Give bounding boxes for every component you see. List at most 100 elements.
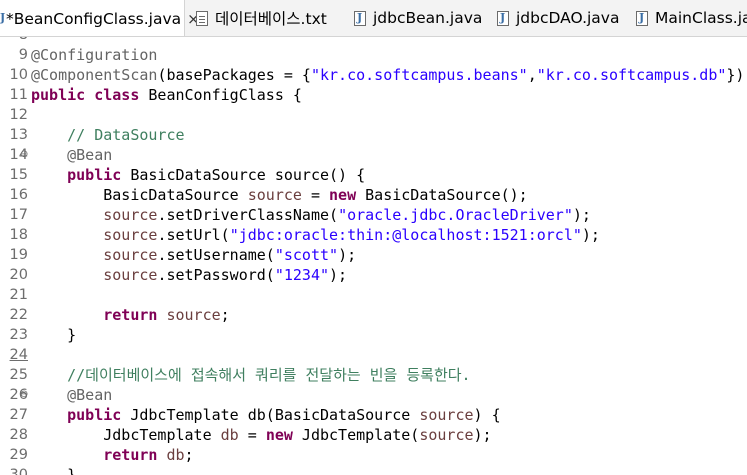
code-token: JdbcTemplate db(BasicDataSource <box>121 406 420 424</box>
line-number: 24 <box>9 347 28 363</box>
code-token: ); <box>329 266 348 284</box>
code-token: return <box>103 446 158 464</box>
line-number: 25 <box>9 367 28 383</box>
tab-jdbcbean[interactable]: jdbcBean.java <box>354 0 482 36</box>
line-number: 21 <box>9 287 28 303</box>
code-line[interactable]: 17 source.setDriverClassName("oracle.jdb… <box>0 205 747 225</box>
code-token: source <box>103 226 158 244</box>
code-line[interactable]: 26 ⊖ @Bean <box>0 385 747 405</box>
code-token: public <box>67 406 122 424</box>
line-number: 18 <box>9 227 28 243</box>
code-token: @Bean <box>67 146 113 164</box>
code-line[interactable]: 15 public BasicDataSource source() { <box>0 165 747 185</box>
fold-toggle-icon[interactable]: ⊖ <box>20 385 28 405</box>
code-text: return source; <box>31 305 229 325</box>
code-line[interactable]: 27 public JdbcTemplate db(BasicDataSourc… <box>0 405 747 425</box>
tab-label: jdbcBean.java <box>373 9 483 27</box>
code-text: return db; <box>31 445 194 465</box>
code-line[interactable]: 13 // DataSource <box>0 125 747 145</box>
code-token: .setUsername( <box>157 246 275 264</box>
line-number: 19 <box>9 247 28 263</box>
code-token: "scott" <box>274 246 339 264</box>
code-token: .setUrl( <box>157 226 230 244</box>
code-token: .setDriverClassName( <box>157 206 339 224</box>
code-line[interactable]: 18 source.setUrl("jdbc:oracle:thin:@loca… <box>0 225 747 245</box>
code-token: BasicDataSource <box>31 186 248 204</box>
code-line[interactable]: 29 return db; <box>0 445 747 465</box>
code-token: ); <box>338 246 357 264</box>
code-line[interactable]: 25 //데이터베이스에 접속해서 쿼리를 전달하는 빈을 등록한다. <box>0 365 747 385</box>
code-line[interactable]: 28 JdbcTemplate db = new JdbcTemplate(so… <box>0 425 747 445</box>
code-line[interactable]: 21 <box>0 285 747 305</box>
code-token: public <box>67 166 122 184</box>
tab-mainclass[interactable]: MainClass.java <box>636 0 747 36</box>
code-text: } <box>31 465 76 475</box>
code-token: source <box>103 266 158 284</box>
code-token: source <box>103 206 158 224</box>
code-text: @Configuration <box>31 45 157 65</box>
line-number: 11 <box>9 87 28 103</box>
code-text: public BasicDataSource source() { <box>31 165 365 185</box>
code-line[interactable]: 8 <box>0 37 747 45</box>
code-line[interactable]: 16 BasicDataSource source = new BasicDat… <box>0 185 747 205</box>
code-text: source.setDriverClassName("oracle.jdbc.O… <box>31 205 591 225</box>
tab-database-txt[interactable]: 데이터베이스.txt <box>196 0 327 36</box>
code-token: ); <box>473 426 492 444</box>
code-token: BasicDataSource source() { <box>121 166 366 184</box>
code-token: ); <box>572 206 591 224</box>
code-line[interactable]: 11 public class BeanConfigClass { <box>0 85 747 105</box>
line-number: 16 <box>9 187 28 203</box>
java-file-icon <box>497 10 509 26</box>
code-token: @Bean <box>67 386 113 404</box>
code-token: ) { <box>473 406 501 424</box>
code-line[interactable]: 12 <box>0 105 747 125</box>
code-line[interactable]: 23 } <box>0 325 747 345</box>
code-token: ); <box>581 226 600 244</box>
code-token: BasicDataSource(); <box>356 186 528 204</box>
code-text: JdbcTemplate db = new JdbcTemplate(sourc… <box>31 425 492 445</box>
code-text: source.setPassword("1234"); <box>31 265 347 285</box>
code-text: source.setUsername("scott"); <box>31 245 356 265</box>
code-line[interactable]: 30 } <box>0 465 747 475</box>
tab-label: *BeanConfigClass.java <box>6 9 182 28</box>
text-file-icon <box>196 10 208 26</box>
code-token: @ComponentScan <box>31 66 158 84</box>
code-line[interactable]: 9 @Configuration <box>0 45 747 65</box>
code-token: source <box>419 406 474 424</box>
line-number: 22 <box>9 307 28 323</box>
tab-beanconfigclass[interactable]: *BeanConfigClass.java × <box>0 0 200 36</box>
code-token: "kr.co.softcampus.beans" <box>310 66 528 84</box>
line-number: 30 <box>9 467 28 475</box>
code-token: }) <box>726 66 745 84</box>
code-token: source <box>103 246 158 264</box>
code-token: "kr.co.softcampus.db" <box>536 66 727 84</box>
code-token: ; <box>184 446 194 464</box>
code-line[interactable]: 14 ⊖ @Bean <box>0 145 747 165</box>
tab-label: 데이터베이스.txt <box>215 10 327 28</box>
code-line[interactable]: 19 source.setUsername("scott"); <box>0 245 747 265</box>
code-line[interactable]: 20 source.setPassword("1234"); <box>0 265 747 285</box>
code-line[interactable]: 22 return source; <box>0 305 747 325</box>
code-line[interactable]: 24 <box>0 345 747 365</box>
fold-toggle-icon[interactable]: ⊖ <box>20 145 28 165</box>
line-number: 15 <box>9 167 28 183</box>
line-number: 27 <box>9 407 28 423</box>
code-text: public JdbcTemplate db(BasicDataSource s… <box>31 405 501 425</box>
tab-label: MainClass.java <box>655 9 747 27</box>
code-line[interactable]: 10 @ComponentScan(basePackages = {"kr.co.… <box>0 65 747 85</box>
code-text: @Bean <box>31 145 112 165</box>
code-editor[interactable]: 89@Configuration10@ComponentScan(basePac… <box>0 37 747 475</box>
code-text: @ComponentScan(basePackages = {"kr.co.so… <box>31 65 744 85</box>
line-number: 17 <box>9 207 28 223</box>
code-token: class <box>94 86 140 104</box>
tab-jdbcdao[interactable]: jdbcDAO.java <box>497 0 619 36</box>
code-text: // DataSource <box>31 125 184 145</box>
